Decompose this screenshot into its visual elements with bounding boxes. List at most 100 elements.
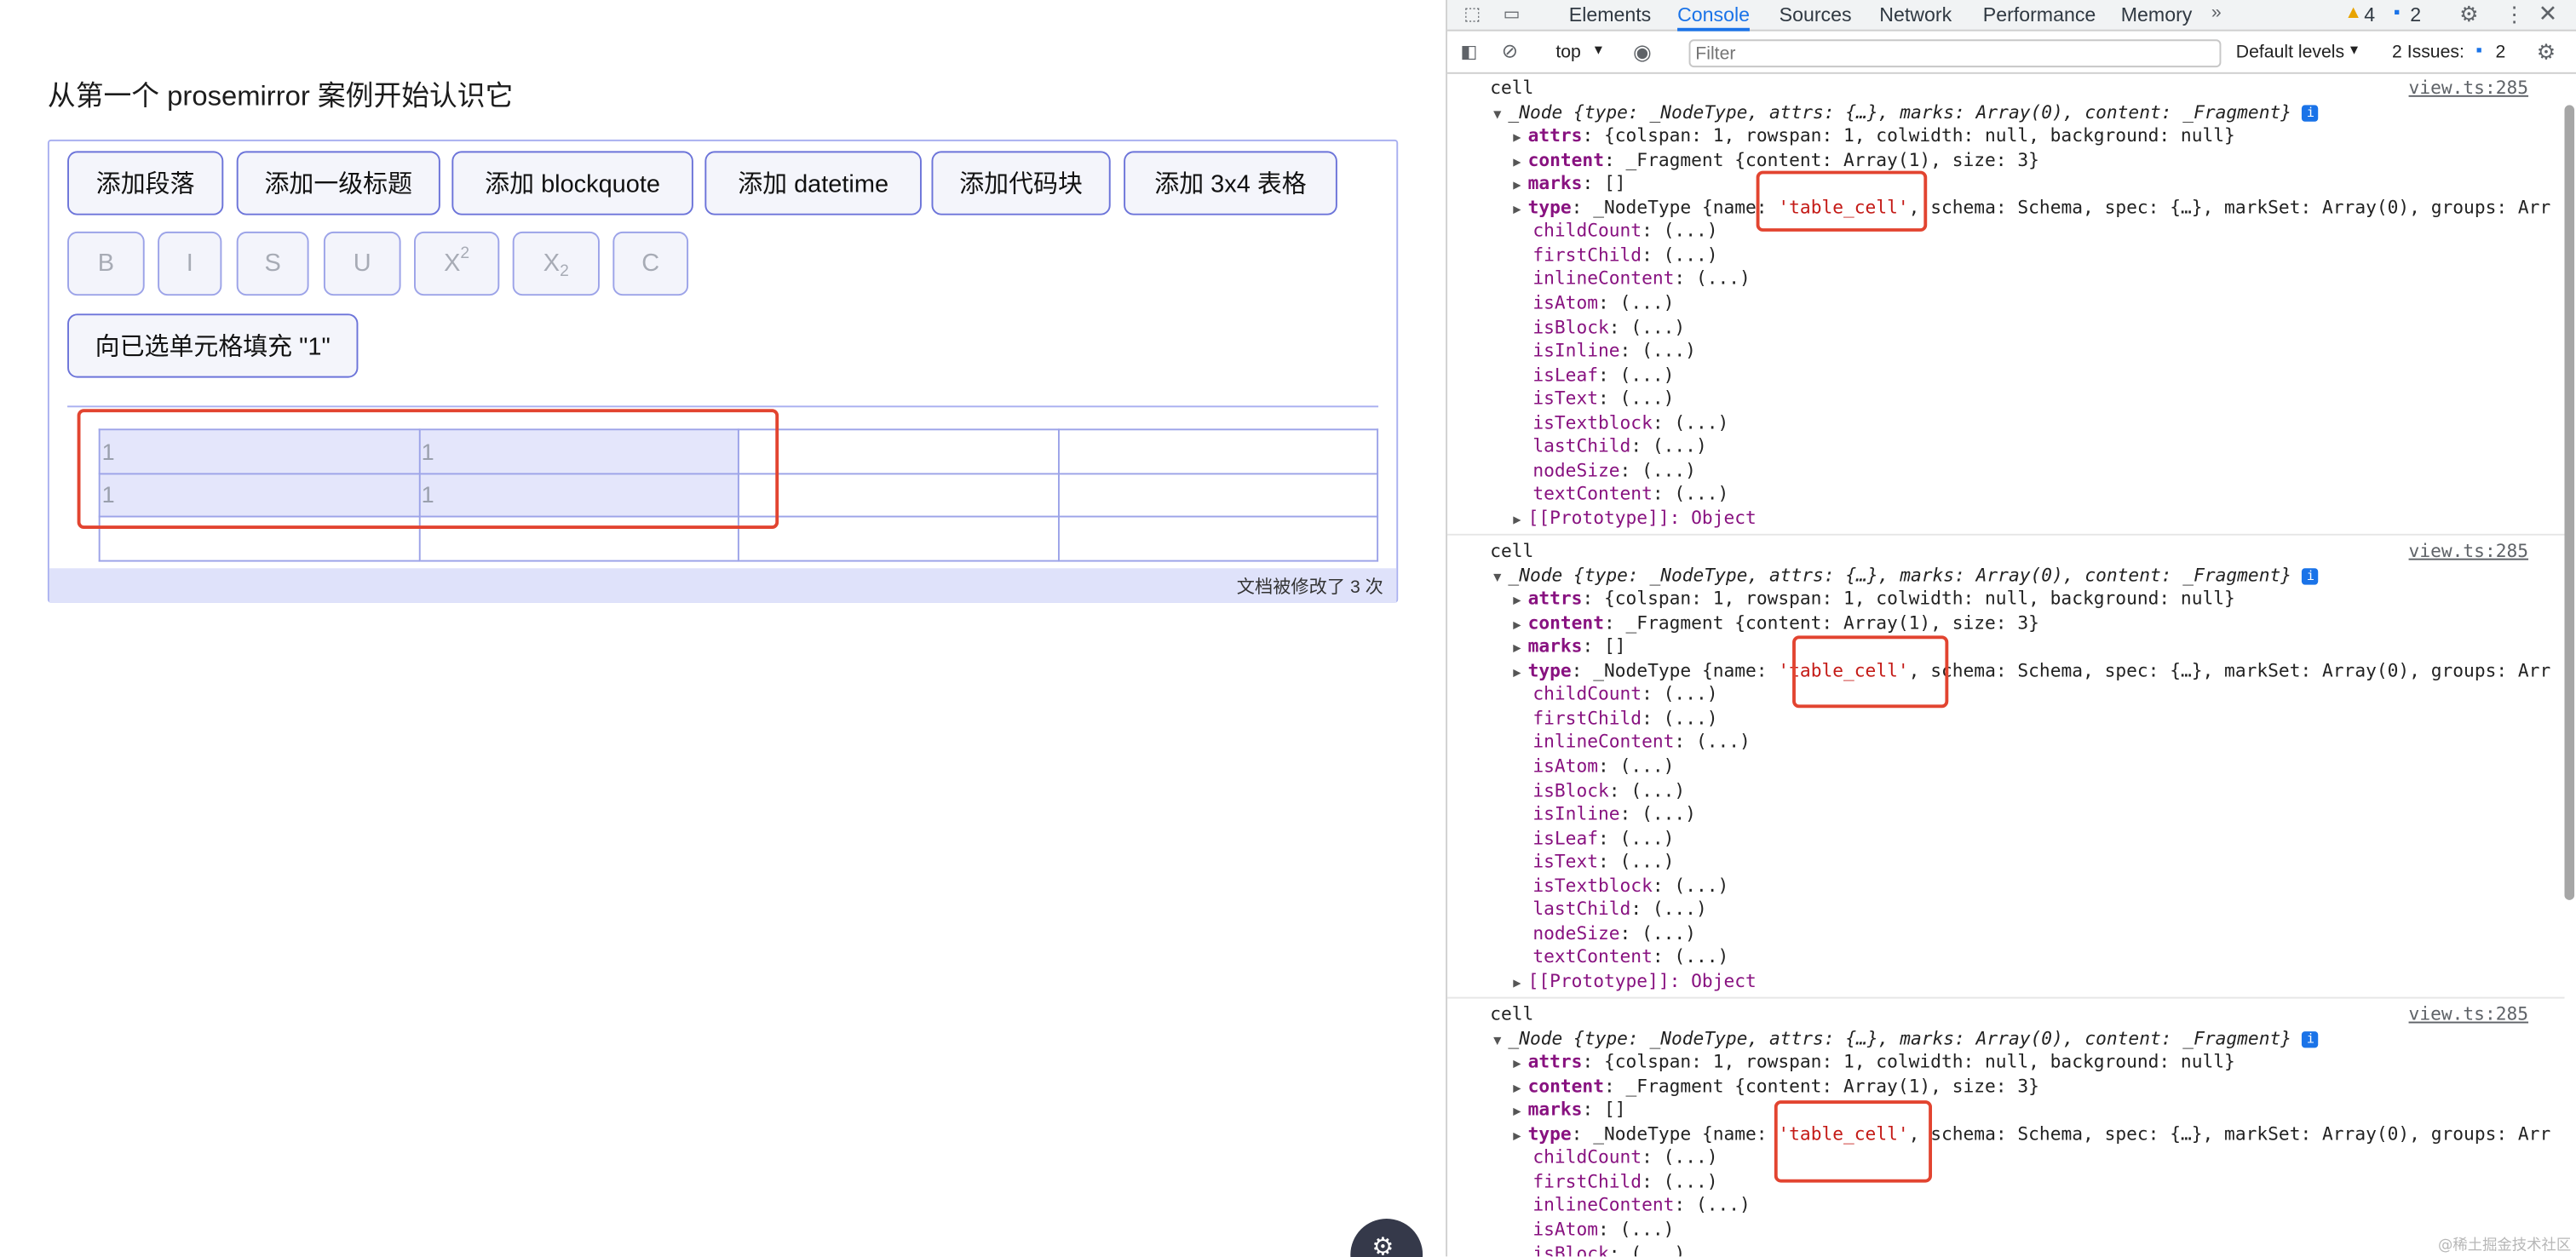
getter-value[interactable]: (...): [1620, 292, 1675, 313]
warning-count[interactable]: 4: [2364, 2, 2375, 32]
getter-row[interactable]: childCount: (...): [1532, 1147, 1717, 1170]
type-row[interactable]: ▶ type: _NodeType {name: 'table_cell', sc…: [1513, 660, 2550, 683]
node-row[interactable]: ▼ _Node {type: _NodeType, attrs: {…}, mar…: [1493, 1027, 2320, 1050]
collapsed-caret-icon[interactable]: ▶: [1513, 202, 1527, 216]
tab-elements[interactable]: Elements: [1569, 2, 1651, 32]
attrs-row[interactable]: ▶ attrs: {colspan: 1, rowspan: 1, colwidt…: [1513, 125, 2235, 148]
table-cell[interactable]: [737, 515, 1059, 561]
console-settings-icon[interactable]: ⚙: [2537, 39, 2556, 66]
collapsed-caret-icon[interactable]: ▶: [1513, 1056, 1527, 1070]
getter-value[interactable]: (...): [1620, 827, 1675, 848]
getter-row[interactable]: isInline: (...): [1532, 340, 1696, 363]
getter-row[interactable]: lastChild: (...): [1532, 436, 1706, 459]
getter-value[interactable]: (...): [1620, 1219, 1675, 1240]
message-count[interactable]: 2: [2410, 2, 2421, 32]
marks-row[interactable]: ▶ marks: []: [1513, 1099, 1625, 1122]
expanded-caret-icon[interactable]: ▼: [1493, 569, 1508, 583]
attrs-row[interactable]: ▶ attrs: {colspan: 1, rowspan: 1, colwidt…: [1513, 1051, 2235, 1074]
add-codeblock-button[interactable]: 添加代码块: [931, 151, 1111, 215]
prototype-row[interactable]: ▶ [[Prototype]]: Object: [1513, 508, 1757, 531]
getter-row[interactable]: isLeaf: (...): [1532, 364, 1674, 387]
source-link[interactable]: view.ts:285: [2409, 540, 2529, 561]
collapsed-caret-icon[interactable]: ▶: [1513, 513, 1527, 527]
getter-value[interactable]: (...): [1674, 411, 1728, 433]
collapsed-caret-icon[interactable]: ▶: [1513, 178, 1527, 192]
expanded-caret-icon[interactable]: ▼: [1493, 1032, 1508, 1047]
attrs-row[interactable]: ▶ attrs: {colspan: 1, rowspan: 1, colwidt…: [1513, 588, 2235, 611]
superscript-button[interactable]: X2: [413, 231, 500, 296]
getter-row[interactable]: firstChild: (...): [1532, 708, 1717, 731]
getter-value[interactable]: (...): [1620, 387, 1675, 409]
getter-row[interactable]: nodeSize: (...): [1532, 460, 1696, 483]
floating-action-button[interactable]: ⚙: [1350, 1218, 1423, 1257]
collapsed-caret-icon[interactable]: ▶: [1513, 617, 1527, 631]
getter-value[interactable]: (...): [1674, 947, 1728, 968]
getter-value[interactable]: (...): [1630, 779, 1685, 801]
getter-row[interactable]: lastChild: (...): [1532, 898, 1706, 921]
collapsed-caret-icon[interactable]: ▶: [1513, 641, 1527, 656]
getter-value[interactable]: (...): [1642, 340, 1696, 361]
getter-value[interactable]: (...): [1642, 803, 1696, 824]
strike-button[interactable]: S: [236, 231, 309, 296]
live-expression-icon[interactable]: ◉: [1633, 39, 1652, 66]
getter-value[interactable]: (...): [1630, 316, 1685, 337]
issues-label[interactable]: 2 Issues:: [2392, 43, 2464, 62]
collapsed-caret-icon[interactable]: ▶: [1513, 1080, 1527, 1094]
getter-value[interactable]: (...): [1696, 1195, 1751, 1216]
console-output[interactable]: cell view.ts:285 ▼ _Node {type: _NodeType, …: [1447, 76, 2565, 1256]
getter-row[interactable]: textContent: (...): [1532, 947, 1728, 970]
getter-value[interactable]: (...): [1653, 898, 1707, 920]
add-table-button[interactable]: 添加 3x4 表格: [1124, 151, 1337, 215]
getter-row[interactable]: isBlock: (...): [1532, 779, 1685, 802]
kebab-menu-icon[interactable]: ⋮: [2504, 2, 2525, 28]
collapsed-caret-icon[interactable]: ▶: [1513, 975, 1527, 990]
getter-value[interactable]: (...): [1664, 684, 1718, 705]
getter-value[interactable]: (...): [1674, 484, 1728, 505]
console-scrollbar[interactable]: [2564, 105, 2575, 900]
getter-row[interactable]: isBlock: (...): [1532, 1243, 1685, 1256]
collapsed-caret-icon[interactable]: ▶: [1513, 593, 1527, 607]
marks-row[interactable]: ▶ marks: []: [1513, 636, 1625, 659]
getter-value[interactable]: (...): [1653, 436, 1707, 457]
getter-value[interactable]: (...): [1620, 851, 1675, 872]
node-row[interactable]: ▼ _Node {type: _NodeType, attrs: {…}, mar…: [1493, 101, 2320, 124]
getter-row[interactable]: firstChild: (...): [1532, 244, 1717, 267]
node-row[interactable]: ▼ _Node {type: _NodeType, attrs: {…}, mar…: [1493, 565, 2320, 588]
clear-console-icon[interactable]: ⊘: [1502, 39, 1518, 62]
getter-value[interactable]: (...): [1696, 268, 1751, 290]
getter-value[interactable]: (...): [1642, 922, 1696, 944]
type-row[interactable]: ▶ type: _NodeType {name: 'table_cell', sc…: [1513, 1123, 2550, 1146]
table-cell[interactable]: [1057, 428, 1379, 474]
context-select[interactable]: top: [1555, 43, 1581, 62]
content-row[interactable]: ▶ content: _Fragment {content: Array(1), …: [1513, 149, 2039, 172]
getter-row[interactable]: inlineContent: (...): [1532, 268, 1750, 291]
getter-row[interactable]: inlineContent: (...): [1532, 732, 1750, 755]
getter-row[interactable]: isText: (...): [1532, 387, 1674, 410]
more-tabs-icon[interactable]: »: [2211, 3, 2222, 23]
marks-row[interactable]: ▶ marks: []: [1513, 173, 1625, 196]
sidebar-toggle-icon[interactable]: ◧: [1460, 41, 1477, 62]
collapsed-caret-icon[interactable]: ▶: [1513, 1104, 1527, 1118]
getter-row[interactable]: isBlock: (...): [1532, 316, 1685, 339]
add-blockquote-button[interactable]: 添加 blockquote: [451, 151, 693, 215]
collapsed-caret-icon[interactable]: ▶: [1513, 665, 1527, 680]
getter-row[interactable]: isAtom: (...): [1532, 755, 1674, 778]
tab-network[interactable]: Network: [1879, 2, 1952, 32]
getter-row[interactable]: isText: (...): [1532, 851, 1674, 874]
filter-input[interactable]: [1688, 39, 2222, 68]
getter-row[interactable]: childCount: (...): [1532, 221, 1717, 244]
code-button[interactable]: C: [612, 231, 689, 296]
getter-value[interactable]: (...): [1696, 732, 1751, 753]
getter-value[interactable]: (...): [1620, 364, 1675, 385]
type-row[interactable]: ▶ type: _NodeType {name: 'table_cell', sc…: [1513, 197, 2550, 220]
getter-value[interactable]: (...): [1630, 1243, 1685, 1256]
settings-icon[interactable]: ⚙: [2459, 2, 2478, 28]
prototype-row[interactable]: ▶ [[Prototype]]: Object: [1513, 971, 1757, 994]
fill-cells-button[interactable]: 向已选单元格填充 "1": [67, 313, 359, 378]
log-levels-select[interactable]: Default levels: [2236, 43, 2344, 62]
add-heading-button[interactable]: 添加一级标题: [236, 151, 440, 215]
tab-memory[interactable]: Memory: [2121, 2, 2193, 32]
issues-count[interactable]: 2: [2495, 43, 2505, 62]
collapsed-caret-icon[interactable]: ▶: [1513, 1128, 1527, 1142]
table-cell[interactable]: [1057, 472, 1379, 518]
